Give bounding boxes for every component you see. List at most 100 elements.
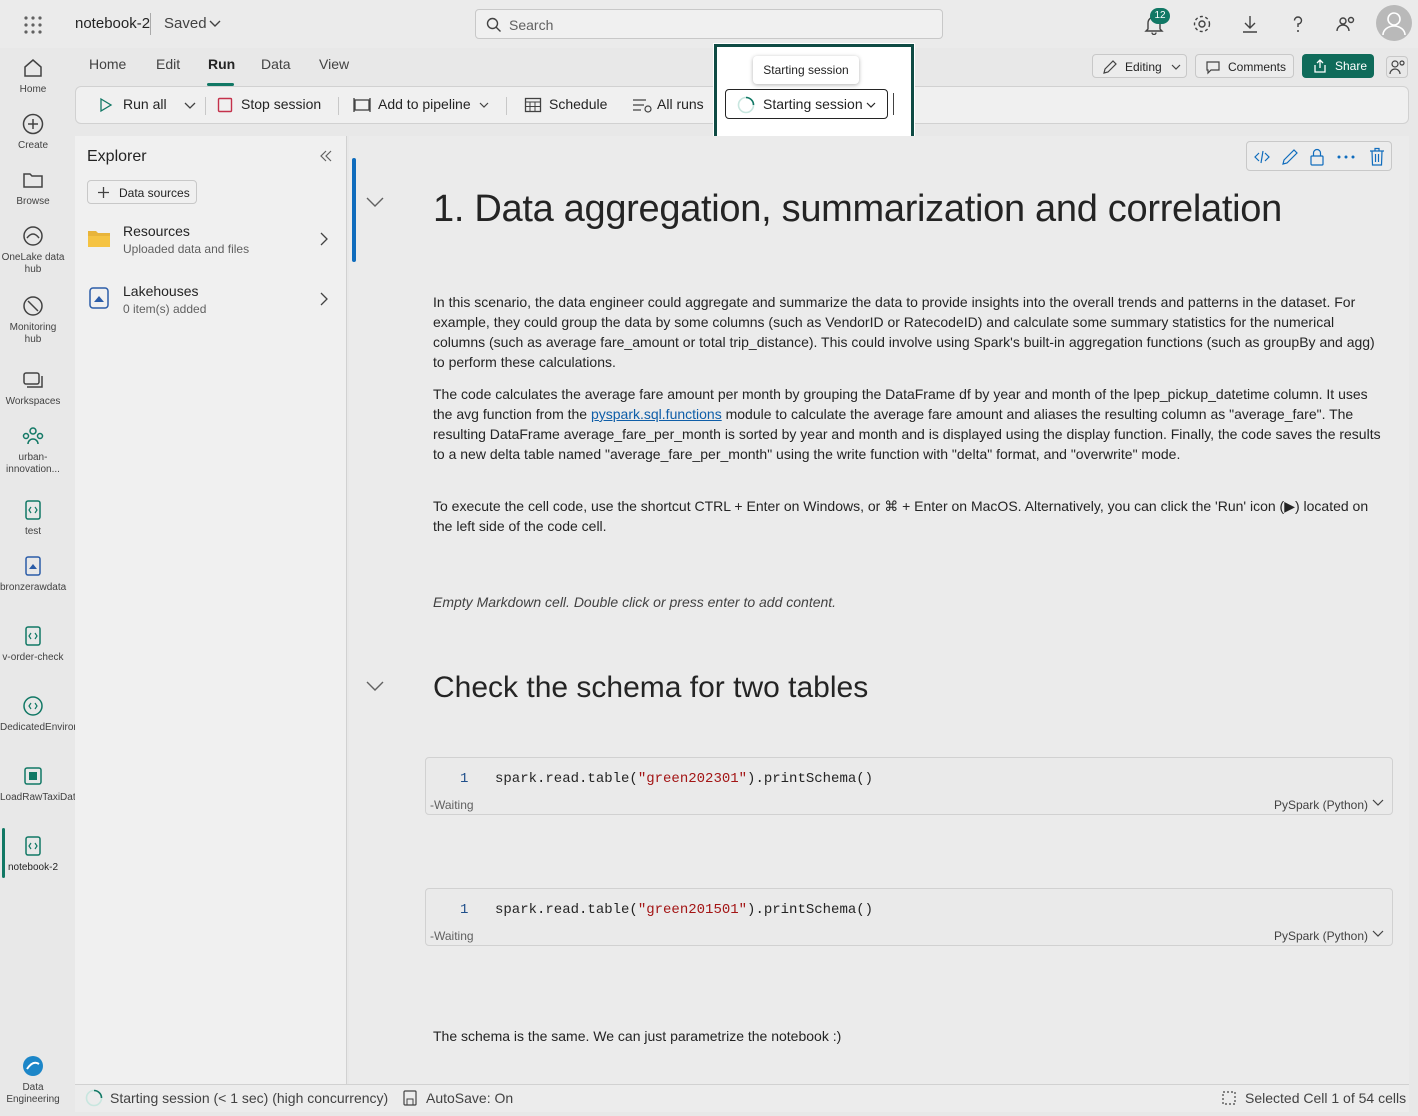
explorer-panel: Explorer Data sources Resources Uploaded…	[75, 136, 347, 1084]
tab-data[interactable]: Data	[261, 56, 291, 72]
rail-label: Create	[17, 140, 48, 151]
pipeline-icon	[21, 764, 45, 788]
help-icon[interactable]	[1287, 13, 1309, 35]
explorer-item-lakehouses[interactable]: Lakehouses 0 item(s) added	[75, 278, 347, 322]
avatar[interactable]	[1376, 5, 1412, 41]
chevron-down-icon[interactable]	[1372, 930, 1384, 938]
rail-label: LoadRawTaxiData	[0, 792, 82, 803]
share-people-icon[interactable]	[1335, 13, 1357, 35]
markdown-paragraph: To execute the cell code, use the shortc…	[433, 498, 1369, 534]
rail-label: v-order-check	[2, 652, 64, 663]
left-rail: Home Create Browse OneLake data hub Moni…	[0, 48, 110, 1116]
onelake-icon	[21, 224, 45, 248]
pyspark-functions-link[interactable]: pyspark.sql.functions	[591, 406, 722, 422]
run-all-button[interactable]: Run all	[123, 96, 167, 112]
add-to-pipeline-button[interactable]: Add to pipeline	[378, 96, 471, 112]
code-line[interactable]: spark.read.table("green201501").printSch…	[495, 902, 873, 918]
rail-item-browse[interactable]: Browse	[0, 168, 66, 208]
editing-mode-button[interactable]: Editing	[1092, 54, 1187, 78]
more-options-icon[interactable]	[1337, 155, 1355, 159]
rail-label: Data Engineering	[6, 1082, 60, 1105]
collapse-section-icon[interactable]	[366, 681, 384, 691]
pipeline-icon[interactable]	[353, 97, 371, 113]
tab-run[interactable]: Run	[208, 56, 235, 72]
notebook-title[interactable]: notebook-2	[75, 15, 150, 32]
autosave-status[interactable]: AutoSave: On	[426, 1090, 513, 1106]
collapse-section-icon[interactable]	[366, 197, 384, 207]
lock-icon[interactable]	[1309, 148, 1325, 166]
rail-item-create[interactable]: Create	[0, 112, 66, 152]
notebook-icon	[21, 624, 45, 648]
language-selector[interactable]: PySpark (Python)	[1274, 929, 1368, 943]
stop-session-button[interactable]: Stop session	[241, 96, 321, 112]
search-icon	[486, 17, 502, 33]
comments-button[interactable]: Comments	[1195, 54, 1294, 78]
rail-item-notebook-2[interactable]: notebook-2	[0, 834, 66, 874]
chevron-down-icon[interactable]	[184, 102, 196, 110]
collaborators-icon[interactable]	[1386, 56, 1408, 78]
edit-icon[interactable]	[1281, 148, 1299, 166]
tab-edit[interactable]: Edit	[156, 56, 180, 72]
tab-view[interactable]: View	[319, 56, 349, 72]
runs-list-icon[interactable]	[632, 97, 652, 113]
code-cell[interactable]: 1 spark.read.table("green202301").printS…	[425, 757, 1393, 815]
rail-item-test[interactable]: test	[0, 498, 66, 538]
chevron-down-icon[interactable]	[479, 102, 489, 110]
chevron-down-icon[interactable]	[209, 19, 221, 29]
lakehouse-icon	[89, 287, 109, 309]
code-string: "green201501"	[637, 902, 748, 918]
save-status[interactable]: Saved	[164, 15, 207, 32]
rail-label: Monitoring hub	[9, 322, 57, 345]
search-placeholder: Search	[509, 17, 554, 33]
rail-item-home[interactable]: Home	[0, 56, 66, 96]
session-status-label: Starting session	[763, 96, 863, 112]
rail-item-v-order-check[interactable]: v-order-check	[0, 624, 66, 664]
toolbar-divider	[338, 97, 339, 115]
waffle-icon[interactable]	[22, 14, 44, 36]
chevron-right-icon	[320, 232, 328, 246]
editing-label: Editing	[1125, 60, 1162, 74]
play-icon[interactable]	[98, 97, 114, 113]
add-data-sources-button[interactable]: Data sources	[87, 180, 197, 204]
data-sources-label: Data sources	[119, 186, 190, 200]
code-line[interactable]: spark.read.table("green202301").printSch…	[495, 771, 873, 787]
collapse-panel-icon[interactable]	[319, 150, 333, 162]
rail-label: test	[24, 526, 42, 537]
share-button[interactable]: Share	[1302, 54, 1374, 78]
session-status-text[interactable]: Starting session (< 1 sec) (high concurr…	[110, 1090, 388, 1106]
tab-home[interactable]: Home	[89, 56, 126, 72]
delete-icon[interactable]	[1369, 147, 1385, 166]
share-label: Share	[1335, 59, 1368, 73]
search-input[interactable]: Search	[475, 9, 943, 39]
explorer-item-subtitle: 0 item(s) added	[123, 302, 207, 316]
all-runs-button[interactable]: All runs	[657, 96, 704, 112]
language-selector[interactable]: PySpark (Python)	[1274, 798, 1368, 812]
status-bar: Starting session (< 1 sec) (high concurr…	[75, 1084, 1409, 1112]
rail-item-loadrawtaxidata[interactable]: LoadRawTaxiData	[0, 764, 81, 804]
rail-item-data-engineering[interactable]: Data Engineering	[0, 1054, 66, 1106]
rail-item-dedicated-environment[interactable]: DedicatedEnvironment...	[0, 694, 110, 734]
calendar-icon[interactable]	[524, 96, 542, 114]
rail-item-onelake[interactable]: OneLake data hub	[0, 224, 66, 276]
explorer-title: Explorer	[87, 148, 147, 165]
rail-item-urban-innovation[interactable]: urban-innovation...	[0, 424, 66, 476]
rail-item-workspaces[interactable]: Workspaces	[0, 368, 66, 408]
stop-icon[interactable]	[217, 97, 233, 113]
monitor-icon	[21, 294, 45, 318]
plus-icon	[97, 186, 110, 199]
rail-label: notebook-2	[7, 862, 59, 873]
empty-markdown-placeholder[interactable]: Empty Markdown cell. Double click or pre…	[433, 592, 1385, 612]
gear-icon[interactable]	[1191, 13, 1213, 35]
code-cell[interactable]: 1 spark.read.table("green201501").printS…	[425, 888, 1393, 946]
chevron-down-icon[interactable]	[1372, 799, 1384, 807]
download-icon[interactable]	[1239, 13, 1261, 35]
rail-item-monitoring[interactable]: Monitoring hub	[0, 294, 66, 346]
schedule-button[interactable]: Schedule	[549, 96, 607, 112]
code-view-icon[interactable]	[1253, 149, 1271, 165]
session-status-button[interactable]: Starting session	[725, 89, 888, 119]
home-icon	[21, 56, 45, 80]
rail-active-indicator	[2, 828, 5, 878]
rail-item-bronzerawdata[interactable]: bronzerawdata	[0, 554, 66, 594]
toolbar-divider	[506, 97, 507, 115]
explorer-item-resources[interactable]: Resources Uploaded data and files	[75, 218, 347, 262]
